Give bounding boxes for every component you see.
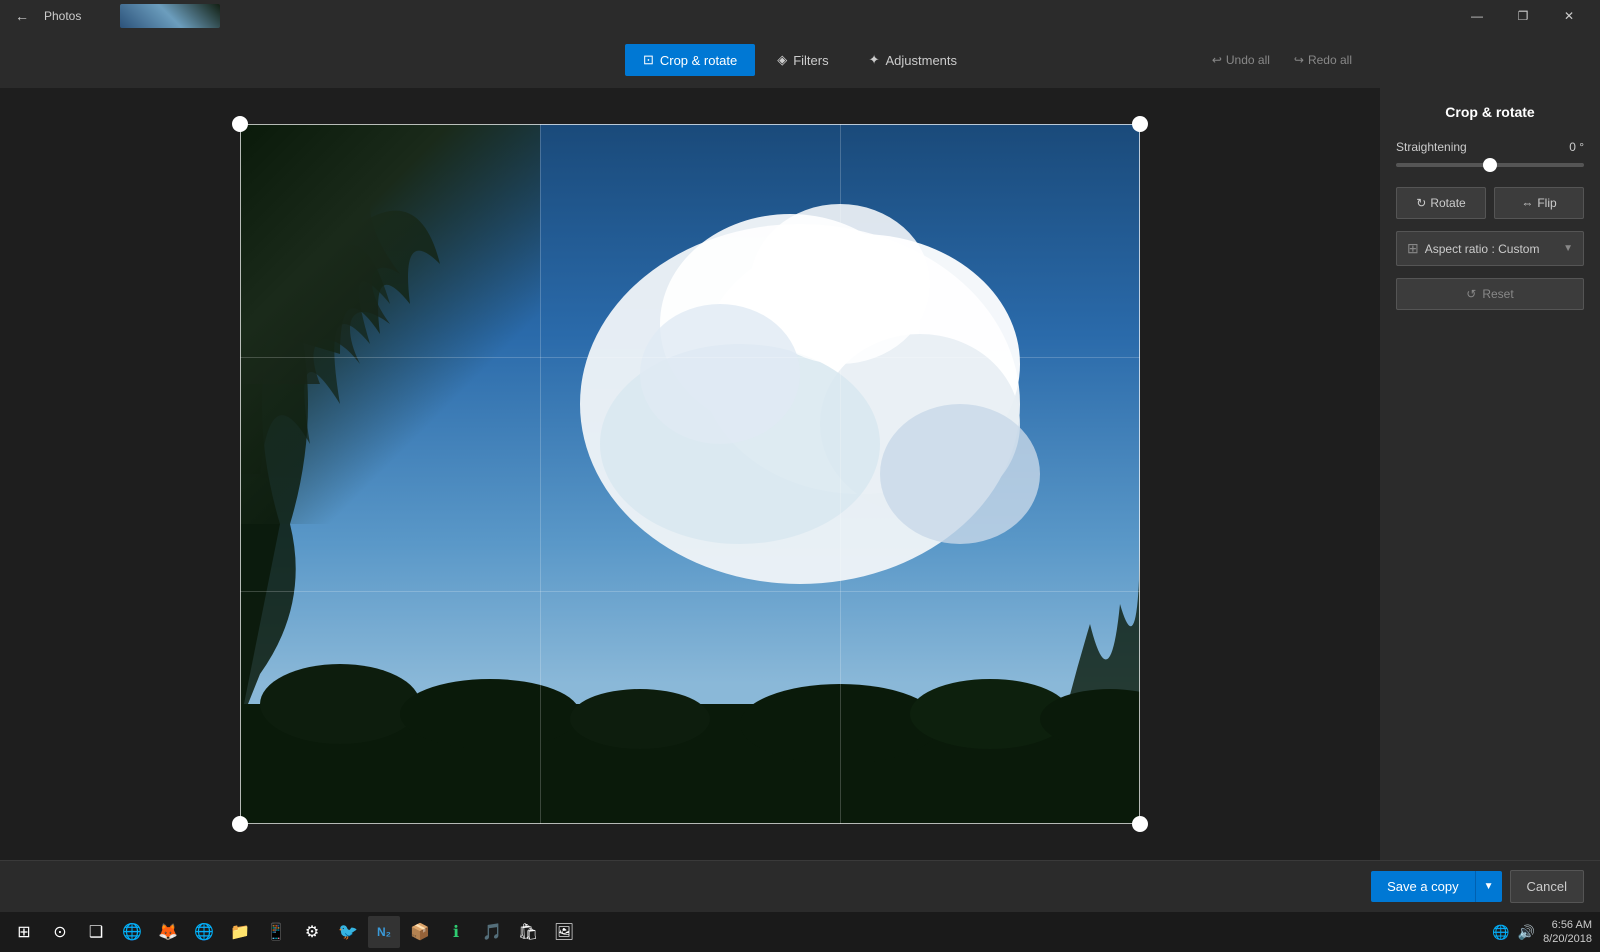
undo-icon: ↩ <box>1212 53 1222 67</box>
taskbar-store-button[interactable]: 🛍 <box>512 916 544 948</box>
crop-corner-top-right[interactable] <box>1132 116 1148 132</box>
straightening-label: Straightening <box>1396 140 1467 154</box>
taskbar-firefox-button[interactable]: 🦊 <box>152 916 184 948</box>
window-controls: — ❐ ✕ <box>1454 0 1592 32</box>
straightening-value: 0 ° <box>1569 140 1584 154</box>
aspect-ratio-chevron-icon: ▼ <box>1563 243 1573 254</box>
crop-corner-top-left[interactable] <box>232 116 248 132</box>
taskbar-start-button[interactable]: ⊞ <box>8 916 40 948</box>
crop-rotate-button[interactable]: ⊡ Crop & rotate <box>625 44 755 76</box>
undo-redo-area: ↩ Undo all ↪ Redo all <box>1204 49 1360 71</box>
footer: Save a copy ▼ Cancel <box>0 860 1600 912</box>
filters-icon: ◈ <box>777 52 787 68</box>
crop-corner-bottom-left[interactable] <box>232 816 248 832</box>
taskbar-phone-button[interactable]: 📱 <box>260 916 292 948</box>
right-panel: Crop & rotate Straightening 0 ° ↻ Rotate… <box>1380 88 1600 860</box>
save-dropdown-button[interactable]: ▼ <box>1475 871 1502 902</box>
aspect-ratio-label: Aspect ratio : Custom <box>1425 242 1563 256</box>
panel-title: Crop & rotate <box>1396 104 1584 128</box>
reset-button[interactable]: ↺ Reset <box>1396 278 1584 310</box>
aspect-ratio-button[interactable]: ⊞ Aspect ratio : Custom ▼ <box>1396 231 1584 266</box>
rotate-icon: ↻ <box>1416 196 1426 210</box>
restore-button[interactable]: ❐ <box>1500 0 1546 32</box>
filters-button[interactable]: ◈ Filters <box>759 44 846 76</box>
taskbar-volume-icon: 🔊 <box>1518 924 1535 941</box>
close-button[interactable]: ✕ <box>1546 0 1592 32</box>
crop-corner-bottom-right[interactable] <box>1132 816 1148 832</box>
titlebar: ← Photos — ❐ ✕ <box>0 0 1600 32</box>
crop-container[interactable] <box>240 124 1140 824</box>
cancel-button[interactable]: Cancel <box>1510 870 1584 903</box>
taskbar-taskview-button[interactable]: ❑ <box>80 916 112 948</box>
rotate-flip-row: ↻ Rotate ⇔ Flip <box>1396 187 1584 219</box>
taskbar-app2-button[interactable]: 📦 <box>404 916 436 948</box>
adjustments-button[interactable]: ✦ Adjustments <box>851 44 975 76</box>
toolbar: ⊡ Crop & rotate ◈ Filters ✦ Adjustments … <box>0 32 1600 88</box>
taskbar-spotify-button[interactable]: 🎵 <box>476 916 508 948</box>
photo-background <box>240 124 1140 824</box>
taskbar-search-button[interactable]: ⊙ <box>44 916 76 948</box>
flip-icon: ⇔ <box>1521 196 1533 210</box>
straightening-section: Straightening 0 ° <box>1396 140 1584 175</box>
minimize-button[interactable]: — <box>1454 0 1500 32</box>
thumbnail-strip <box>120 4 220 28</box>
photo-svg <box>240 124 1140 824</box>
taskbar-photos-button[interactable]: 🖼 <box>548 916 580 948</box>
taskbar-network-icon: 🌐 <box>1492 924 1509 941</box>
taskbar-right-area: 🌐 🔊 6:56 AM 8/20/2018 <box>1492 918 1592 947</box>
taskbar-app1-button[interactable]: N₂ <box>368 916 400 948</box>
redo-icon: ↪ <box>1294 53 1304 67</box>
save-copy-button[interactable]: Save a copy <box>1371 871 1475 902</box>
back-button[interactable]: ← <box>8 2 36 30</box>
adjustments-icon: ✦ <box>869 52 880 68</box>
taskbar-settings-button[interactable]: ⚙ <box>296 916 328 948</box>
taskbar-clock[interactable]: 6:56 AM 8/20/2018 <box>1543 918 1592 947</box>
straightening-slider[interactable] <box>1396 163 1584 167</box>
aspect-ratio-icon: ⊞ <box>1407 240 1419 257</box>
main-area: Crop & rotate Straightening 0 ° ↻ Rotate… <box>0 88 1600 860</box>
taskbar-chrome-button[interactable]: 🌐 <box>188 916 220 948</box>
taskbar-twitter-button[interactable]: 🐦 <box>332 916 364 948</box>
taskbar-explorer-button[interactable]: 📁 <box>224 916 256 948</box>
crop-icon: ⊡ <box>643 52 654 68</box>
reset-icon: ↺ <box>1466 287 1476 301</box>
taskbar: ⊞ ⊙ ❑ 🌐 🦊 🌐 📁 📱 ⚙ 🐦 N₂ 📦 ℹ 🎵 🛍 🖼 🌐 🔊 6:5… <box>0 912 1600 952</box>
taskbar-edge-button[interactable]: 🌐 <box>116 916 148 948</box>
redo-all-button[interactable]: ↪ Redo all <box>1286 49 1360 71</box>
taskbar-app3-button[interactable]: ℹ <box>440 916 472 948</box>
straightening-label-row: Straightening 0 ° <box>1396 140 1584 154</box>
app-title: Photos <box>44 9 81 23</box>
undo-all-button[interactable]: ↩ Undo all <box>1204 49 1278 71</box>
rotate-button[interactable]: ↻ Rotate <box>1396 187 1486 219</box>
flip-button[interactable]: ⇔ Flip <box>1494 187 1584 219</box>
save-button-group: Save a copy ▼ <box>1371 871 1501 902</box>
canvas-area <box>0 88 1380 860</box>
